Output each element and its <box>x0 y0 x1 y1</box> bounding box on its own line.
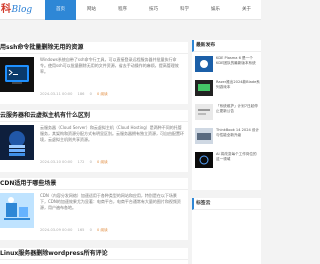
cloud-server-image <box>0 125 34 160</box>
cdn-image <box>0 193 34 228</box>
post-meta: 2024-03-10 00:00 172 0 0 阅读 <box>40 160 112 165</box>
post-thumbnail[interactable] <box>0 57 34 92</box>
post-card: Linux服务器删除wordpress所有评论 <box>0 248 188 264</box>
tags-title: 标签云 <box>192 198 261 210</box>
sidebar-item-text: KDE Plasma 6 是一个 KDE团队的最新版本系统 <box>216 56 256 66</box>
sidebar-item[interactable]: KDE Plasma 6 是一个 KDE团队的最新版本系统 <box>192 54 261 76</box>
nav-item-tips[interactable]: 技巧 <box>138 0 169 20</box>
post-meta: 2024-03-09 00:00 165 0 0 阅读 <box>40 228 112 233</box>
sidebar-tags: 标签云 <box>192 198 261 264</box>
sidebar-thumbnail <box>195 104 213 120</box>
nav-item-science[interactable]: 科学 <box>169 0 200 20</box>
post-thumbnail[interactable] <box>0 193 34 228</box>
sidebar-item[interactable]: 「系统维护」计划7日起停止更新公告 <box>192 102 261 124</box>
nav-item-website[interactable]: 网站 <box>76 0 107 20</box>
nav-item-entertainment[interactable]: 娱乐 <box>200 0 231 20</box>
post-excerpt: CDN（内容分发网络）加速适用于各种类型的网站和应用，特别是在以下场景下，CDN… <box>40 193 181 211</box>
post-hot: 0 阅读 <box>97 228 108 232</box>
post-date: 2024-03-09 00:00 <box>40 228 73 232</box>
laptop-image <box>195 80 213 96</box>
ai-image <box>195 152 213 168</box>
post-card: 云服务器和云虚拟主机有什么区别 云服务器（Cloud Server）和云虚拟主机… <box>0 110 188 172</box>
post-title[interactable]: 用ssh命令批量删除无用的资源 <box>0 42 188 54</box>
post-hot: 0 阅读 <box>97 92 108 96</box>
post-title[interactable]: Linux服务器删除wordpress所有评论 <box>0 248 188 260</box>
sidebar-item-text: AI 将改变每个工作岗位的这一领域 <box>216 152 257 162</box>
sidebar-latest: 最新发布 KDE Plasma 6 是一个 KDE团队的最新版本系统 Razer… <box>192 40 261 190</box>
sidebar-item[interactable]: ThinkBook 14 2024 设计与性能全新升级 <box>192 126 261 148</box>
sidebar-item[interactable]: AI 将改变每个工作岗位的这一领域 <box>192 150 261 172</box>
post-excerpt: 云服务器（Cloud Server）和云虚拟主机（Cloud Hosting）是… <box>40 125 184 143</box>
terminal-image <box>0 57 34 92</box>
nav-item-program[interactable]: 程序 <box>107 0 138 20</box>
sidebar-thumbnail <box>195 80 213 96</box>
logo-text: Blog <box>11 5 33 15</box>
sidebar-item[interactable]: Razer推出2024款Blade系列游戏本 <box>192 78 261 100</box>
post-card: 用ssh命令批量删除无用的资源 Windows系统自带了ssh命令行工具，可以直… <box>0 42 188 104</box>
post-excerpt: Windows系统自带了ssh命令行工具，可以直接登录远程服务器并批量执行命令。… <box>40 57 179 75</box>
sidebar-title: 最新发布 <box>192 40 261 52</box>
logo-mark: 科 <box>1 4 11 15</box>
sidebar-item-text: ThinkBook 14 2024 设计与性能全新升级 <box>216 128 260 138</box>
post-views: 186 <box>77 92 85 96</box>
site-logo[interactable]: 科 Blog <box>1 1 32 19</box>
nav-item-about[interactable]: 关于 <box>231 0 262 20</box>
kde-image <box>195 56 213 72</box>
post-likes: 0 <box>89 160 92 164</box>
post-date: 2024-03-10 00:00 <box>40 160 73 164</box>
notice-image <box>195 104 213 120</box>
sidebar-thumbnail <box>195 56 213 72</box>
thinkbook-image <box>195 128 213 144</box>
sidebar-thumbnail <box>195 128 213 144</box>
post-likes: 0 <box>89 228 92 232</box>
post-hot: 0 阅读 <box>97 160 108 164</box>
sidebar-thumbnail <box>195 152 213 168</box>
post-title[interactable]: 云服务器和云虚拟主机有什么区别 <box>0 110 188 122</box>
post-views: 172 <box>77 160 85 164</box>
post-date: 2024-03-11 00:00 <box>40 92 73 96</box>
sidebar-item-text: 「系统维护」计划7日起停止更新公告 <box>216 104 258 114</box>
post-likes: 0 <box>89 92 92 96</box>
post-card: CDN适用于哪些场景 CDN（内容分发网络）加速适用于各种类型的网站和应用，特别… <box>0 178 188 240</box>
post-thumbnail[interactable] <box>0 125 34 160</box>
top-bar: 科 Blog 首页 网站 程序 技巧 科学 娱乐 关于 <box>0 0 261 20</box>
main-nav: 首页 网站 程序 技巧 科学 娱乐 关于 <box>45 0 262 20</box>
post-title[interactable]: CDN适用于哪些场景 <box>0 178 188 190</box>
nav-item-home[interactable]: 首页 <box>45 0 76 20</box>
sidebar-item-text: Razer推出2024款Blade系列游戏本 <box>216 80 260 90</box>
post-meta: 2024-03-11 00:00 186 0 0 阅读 <box>40 92 112 97</box>
post-views: 165 <box>77 228 85 232</box>
